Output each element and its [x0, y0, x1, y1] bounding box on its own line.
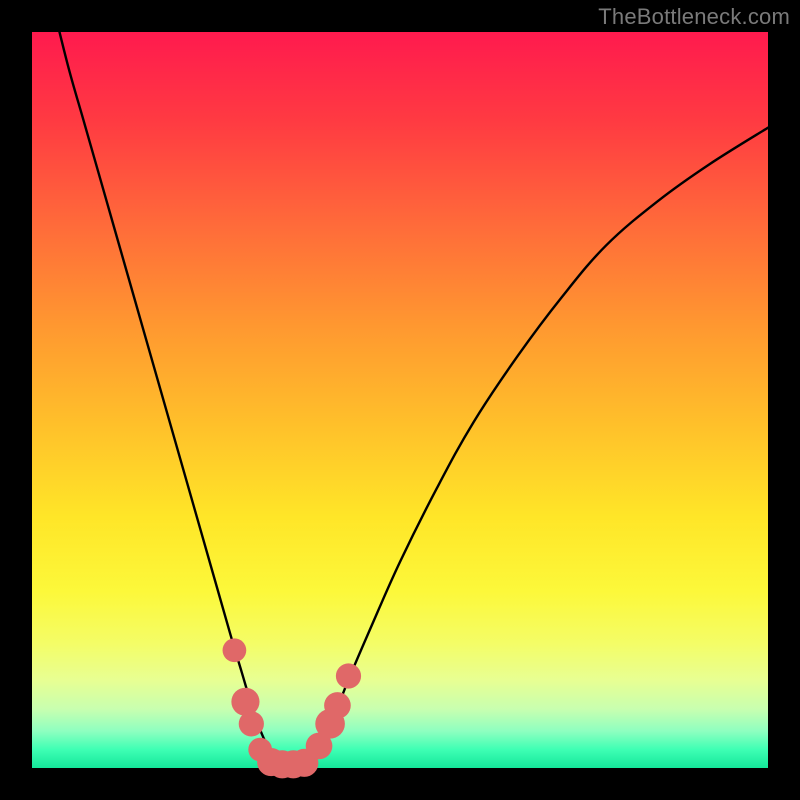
curve-marker [324, 692, 351, 719]
chart-frame: TheBottleneck.com [0, 0, 800, 800]
curve-marker [336, 663, 361, 688]
watermark-text: TheBottleneck.com [598, 4, 790, 30]
curve-marker [239, 711, 264, 736]
plot-area [32, 32, 768, 768]
chart-svg [32, 32, 768, 768]
curve-marker [223, 638, 247, 662]
bottleneck-curve [54, 10, 768, 765]
curve-markers [223, 638, 362, 778]
curve-marker [231, 688, 259, 716]
